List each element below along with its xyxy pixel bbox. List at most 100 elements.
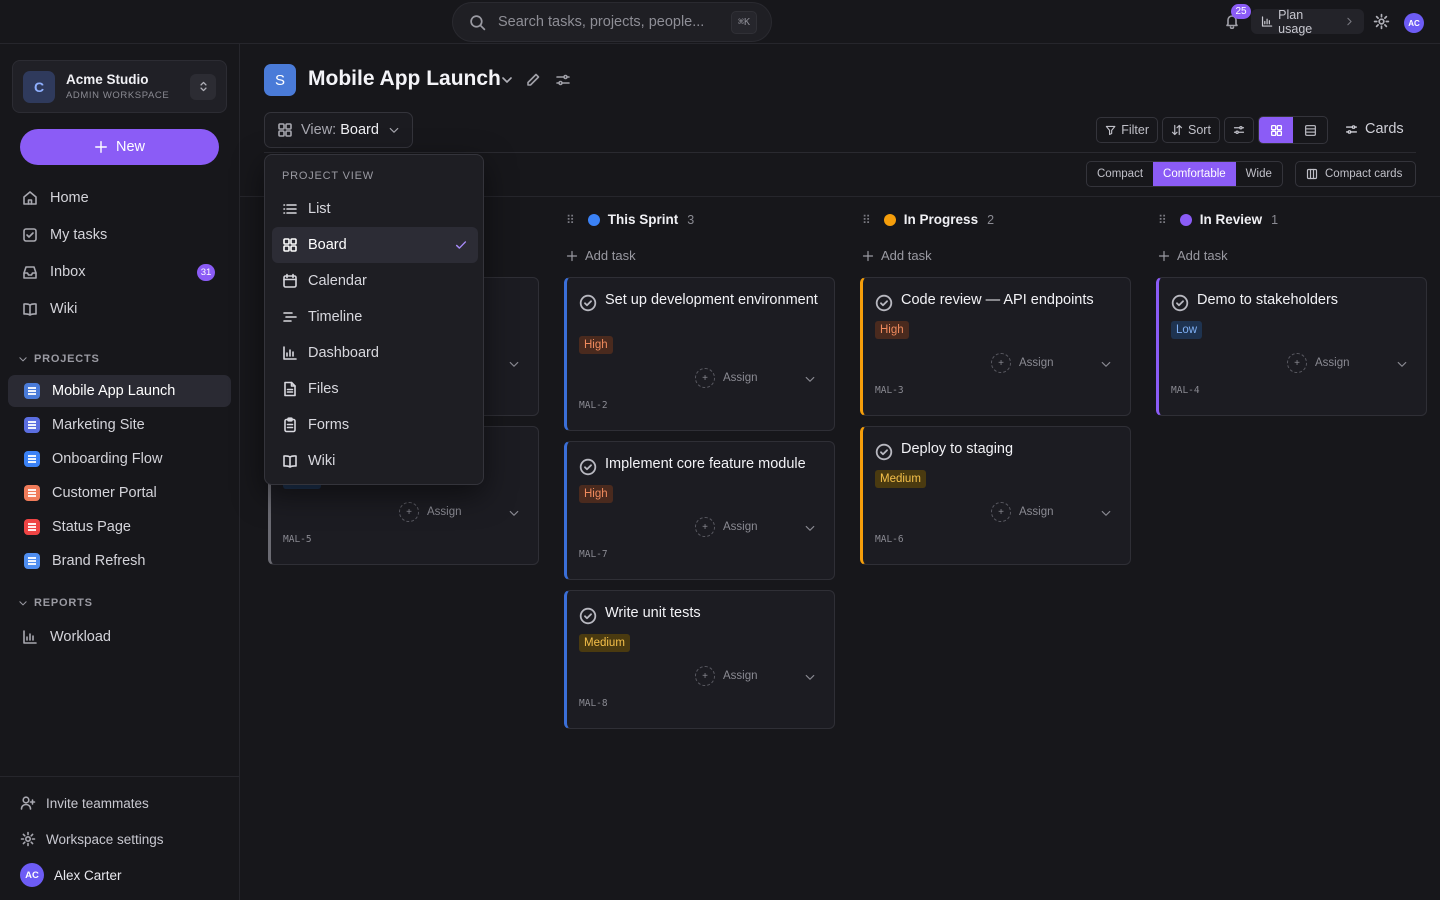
drag-handle-icon[interactable]: ⠿ [862, 213, 871, 227]
sliders-icon[interactable] [555, 72, 571, 88]
task-card[interactable]: Implement core feature module High + Ass… [564, 441, 835, 580]
sidebar-item-wiki[interactable]: Wiki [8, 293, 231, 325]
add-task-button[interactable]: Add task [566, 248, 636, 263]
chevron-down-icon[interactable] [804, 522, 816, 534]
rows-icon [1304, 124, 1316, 136]
sidebar-item-workload[interactable]: Workload [8, 621, 231, 653]
sidebar: C Acme Studio ADMIN WORKSPACE New Home M… [0, 44, 240, 900]
check-circle-icon[interactable] [1171, 294, 1189, 312]
assign-button[interactable]: + Assign [1287, 353, 1350, 373]
plus-icon: + [399, 502, 419, 522]
column-header-in-review[interactable]: ⠿ In Review 1 [1158, 212, 1278, 227]
assign-button[interactable]: + Assign [399, 502, 462, 522]
view-option-forms[interactable]: Forms [272, 407, 478, 443]
assign-button[interactable]: + Assign [695, 666, 758, 686]
filter-button[interactable]: Filter [1096, 117, 1158, 143]
sort-button[interactable]: Sort [1162, 117, 1220, 143]
chevron-down-icon[interactable] [1100, 358, 1112, 370]
chevron-down-icon[interactable] [508, 507, 520, 519]
workspace-switcher[interactable]: C Acme Studio ADMIN WORKSPACE [12, 60, 227, 113]
view-option-label: Timeline [308, 309, 363, 325]
check-circle-icon[interactable] [875, 294, 893, 312]
cards-button[interactable]: Cards [1345, 121, 1404, 137]
sidebar-project-status-page[interactable]: Status Page [8, 511, 231, 543]
task-card[interactable]: Write unit tests Medium + Assign MAL-8 [564, 590, 835, 729]
task-card[interactable]: Code review — API endpoints High + Assig… [860, 277, 1131, 416]
settings-label: Workspace settings [46, 831, 164, 847]
check-circle-icon[interactable] [579, 607, 597, 625]
sidebar-project-onboarding-flow[interactable]: Onboarding Flow [8, 443, 231, 475]
pencil-icon[interactable] [525, 72, 541, 88]
chevron-down-icon[interactable] [804, 373, 816, 385]
sidebar-project-customer-portal[interactable]: Customer Portal [8, 477, 231, 509]
sidebar-item-label: Inbox [50, 264, 86, 280]
view-option-timeline[interactable]: Timeline [272, 299, 478, 335]
sidebar-item-inbox[interactable]: Inbox 31 [8, 256, 231, 288]
view-option-wiki[interactable]: Wiki [272, 443, 478, 479]
bar-chart-icon [1261, 16, 1273, 27]
view-switcher-button[interactable]: View: Board [264, 112, 413, 148]
task-card[interactable]: Demo to stakeholders Low + Assign MAL-4 [1156, 277, 1427, 416]
drag-handle-icon[interactable]: ⠿ [1158, 213, 1167, 227]
density-compact-button[interactable]: Compact [1087, 162, 1153, 186]
check-circle-icon[interactable] [579, 294, 597, 312]
sliders-icon [1345, 124, 1358, 134]
density-comfortable-button[interactable]: Comfortable [1153, 162, 1236, 186]
search-input[interactable]: Search tasks, projects, people... [498, 14, 731, 30]
workspace-settings-link[interactable]: Workspace settings [20, 831, 164, 847]
sidebar-project-marketing-site[interactable]: Marketing Site [8, 409, 231, 441]
sidebar-item-my-tasks[interactable]: My tasks [8, 219, 231, 251]
assign-button[interactable]: + Assign [991, 353, 1054, 373]
gear-icon[interactable] [1373, 13, 1390, 30]
plan-usage-label: Plan usage [1278, 7, 1313, 36]
sidebar-project-mobile-app-launch[interactable]: Mobile App Launch [8, 375, 231, 407]
grid-layout-button[interactable] [1259, 117, 1293, 143]
task-card[interactable]: Set up development environment High + As… [564, 277, 835, 431]
search-icon [470, 14, 486, 30]
avatar: AC [20, 863, 44, 887]
search-bar[interactable]: Search tasks, projects, people... ⌘K [452, 2, 772, 42]
view-option-calendar[interactable]: Calendar [272, 263, 478, 299]
projects-section-header[interactable]: PROJECTS [18, 353, 100, 365]
priority-badge: High [579, 336, 613, 354]
assign-button[interactable]: + Assign [695, 368, 758, 388]
chevron-down-icon[interactable] [499, 72, 515, 88]
chevron-down-icon[interactable] [508, 358, 520, 370]
task-card[interactable]: Deploy to staging Medium + Assign MAL-6 [860, 426, 1131, 565]
new-button[interactable]: New [20, 129, 219, 165]
chevron-down-icon[interactable] [1396, 358, 1408, 370]
view-option-files[interactable]: Files [272, 371, 478, 407]
user-profile[interactable]: AC Alex Carter [20, 863, 122, 887]
column-count: 2 [987, 212, 995, 227]
rows-layout-button[interactable] [1293, 117, 1327, 143]
check-circle-icon[interactable] [875, 443, 893, 461]
column-header-in-progress[interactable]: ⠿ In Progress 2 [862, 212, 994, 227]
assign-button[interactable]: + Assign [695, 517, 758, 537]
avatar[interactable]: AC [1404, 13, 1424, 33]
plan-usage-button[interactable]: Plan usage [1251, 7, 1364, 36]
view-option-list[interactable]: List [272, 191, 478, 227]
reports-section-header[interactable]: REPORTS [18, 597, 93, 609]
new-button-label: New [115, 139, 145, 155]
options-button[interactable] [1224, 117, 1254, 143]
compact-cards-toggle[interactable]: Compact cards [1295, 161, 1416, 187]
task-id: MAL-8 [579, 698, 608, 709]
plus-icon: + [991, 353, 1011, 373]
sidebar-item-home[interactable]: Home [8, 182, 231, 214]
page-title[interactable]: Mobile App Launch [308, 67, 501, 91]
add-task-button[interactable]: Add task [862, 248, 932, 263]
sidebar-project-brand-refresh[interactable]: Brand Refresh [8, 545, 231, 577]
chevron-down-icon[interactable] [1100, 507, 1112, 519]
column-name: This Sprint [607, 212, 679, 227]
view-option-dashboard[interactable]: Dashboard [272, 335, 478, 371]
density-wide-button[interactable]: Wide [1236, 162, 1282, 186]
check-circle-icon[interactable] [579, 458, 597, 476]
assign-button[interactable]: + Assign [991, 502, 1054, 522]
drag-handle-icon[interactable]: ⠿ [566, 213, 575, 227]
chevron-down-icon[interactable] [804, 671, 816, 683]
column-header-this-sprint[interactable]: ⠿ This Sprint 3 [566, 212, 694, 227]
add-task-button[interactable]: Add task [1158, 248, 1228, 263]
view-option-board[interactable]: Board [272, 227, 478, 263]
chevron-updown-icon[interactable] [190, 73, 216, 100]
invite-teammates-link[interactable]: Invite teammates [20, 795, 149, 811]
